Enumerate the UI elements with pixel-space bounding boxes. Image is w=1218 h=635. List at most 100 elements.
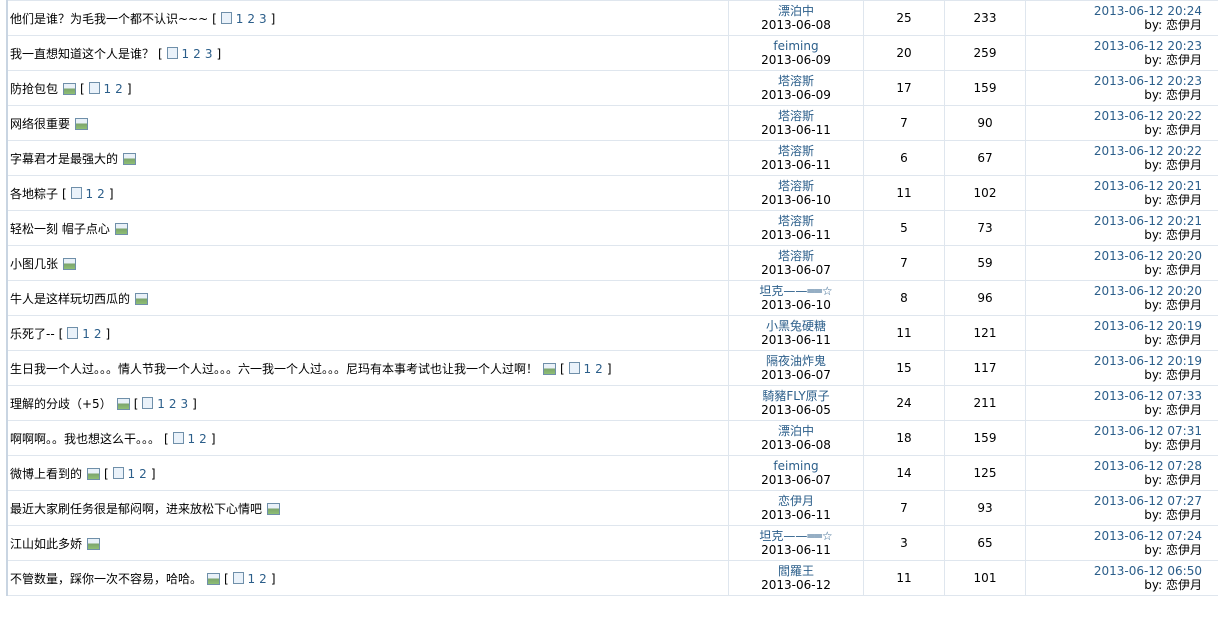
page-link[interactable]: 1 [86, 187, 94, 201]
author-link[interactable]: 塔溶斯 [730, 249, 864, 263]
last-post-time-link[interactable]: 2013-06-12 07:31 [1026, 424, 1202, 438]
page-link[interactable]: 1 [128, 467, 136, 481]
author-link[interactable]: 坦克——══☆ [730, 284, 864, 298]
page-link[interactable]: 1 [182, 47, 190, 61]
page-link[interactable]: 2 [139, 467, 147, 481]
last-poster-link[interactable]: 恋伊月 [1166, 298, 1202, 312]
last-poster-link[interactable]: 恋伊月 [1166, 438, 1202, 452]
author-link[interactable]: 坦克——══☆ [730, 529, 864, 543]
topic-title-link[interactable]: 乐死了-- [10, 327, 55, 341]
last-post-time-link[interactable]: 2013-06-12 07:27 [1026, 494, 1202, 508]
last-post-time-link[interactable]: 2013-06-12 07:33 [1026, 389, 1202, 403]
author-link[interactable]: 塔溶斯 [730, 144, 864, 158]
last-post-time-link[interactable]: 2013-06-12 20:21 [1026, 179, 1202, 193]
topic-title-link[interactable]: 轻松一刻 帽子点心 [10, 222, 110, 236]
topic-title-link[interactable]: 最近大家刷任务很是郁闷啊，进来放松下心情吧 [10, 502, 262, 516]
page-link[interactable]: 2 [193, 47, 201, 61]
last-post-time-link[interactable]: 2013-06-12 20:24 [1026, 4, 1202, 18]
page-link[interactable]: 1 [82, 327, 90, 341]
pager-close-bracket: ] [126, 81, 132, 96]
last-poster-link[interactable]: 恋伊月 [1166, 123, 1202, 137]
page-link[interactable]: 2 [169, 397, 177, 411]
last-post-time-link[interactable]: 2013-06-12 20:22 [1026, 144, 1202, 158]
author-link[interactable]: 塔溶斯 [730, 74, 864, 88]
author-link[interactable]: feiming [730, 39, 864, 53]
author-link[interactable]: 恋伊月 [730, 494, 864, 508]
page-link[interactable]: 1 [157, 397, 165, 411]
topic-title-link[interactable]: 网络很重要 [10, 117, 70, 131]
last-post-time-link[interactable]: 2013-06-12 20:20 [1026, 284, 1202, 298]
page-link[interactable]: 2 [97, 187, 105, 201]
image-attachment-icon [63, 258, 77, 270]
last-poster-link[interactable]: 恋伊月 [1166, 508, 1202, 522]
last-poster-link[interactable]: 恋伊月 [1166, 368, 1202, 382]
image-attachment-icon [267, 503, 281, 515]
last-post-time-link[interactable]: 2013-06-12 20:21 [1026, 214, 1202, 228]
last-post-time-link[interactable]: 2013-06-12 20:19 [1026, 354, 1202, 368]
last-post-time-link[interactable]: 2013-06-12 20:22 [1026, 109, 1202, 123]
author-link[interactable]: 漂泊中 [730, 424, 864, 438]
page-link[interactable]: 2 [247, 12, 255, 26]
last-post-time-link[interactable]: 2013-06-12 07:24 [1026, 529, 1202, 543]
last-poster-link[interactable]: 恋伊月 [1166, 543, 1202, 557]
page-link[interactable]: 2 [259, 572, 267, 586]
page-link[interactable]: 1 [104, 82, 112, 96]
page-link[interactable]: 1 [188, 432, 196, 446]
author-link[interactable]: 騎豬FLY原子 [730, 389, 864, 403]
topic-title-link[interactable]: 他们是谁？为毛我一个都不认识~~~ [10, 12, 208, 26]
last-poster-link[interactable]: 恋伊月 [1166, 228, 1202, 242]
page-link[interactable]: 2 [199, 432, 207, 446]
topic-title-link[interactable]: 牛人是这样玩切西瓜的 [10, 292, 130, 306]
topic-title-link[interactable]: 各地粽子 [10, 187, 58, 201]
topic-title-link[interactable]: 不管数量，踩你一次不容易，哈哈。 [10, 572, 202, 586]
topic-title-link[interactable]: 我一直想知道这个人是谁？ [10, 47, 154, 61]
last-poster-link[interactable]: 恋伊月 [1166, 158, 1202, 172]
page-link[interactable]: 1 [248, 572, 256, 586]
last-poster-link[interactable]: 恋伊月 [1166, 263, 1202, 277]
last-post-cell: 2013-06-12 20:19 by: 恋伊月 [1025, 350, 1218, 386]
author-link[interactable]: 隔夜油炸鬼 [730, 354, 864, 368]
last-post-time-link[interactable]: 2013-06-12 20:19 [1026, 319, 1202, 333]
topic-title-link[interactable]: 小图几张 [10, 257, 58, 271]
page-link[interactable]: 1 [236, 12, 244, 26]
page-link[interactable]: 2 [595, 362, 603, 376]
author-link[interactable]: 塔溶斯 [730, 109, 864, 123]
author-link[interactable]: 漂泊中 [730, 4, 864, 18]
topic-title-link[interactable]: 微博上看到的 [10, 467, 82, 481]
page-link[interactable]: 3 [205, 47, 213, 61]
author-link[interactable]: 小黑兔硬糖 [730, 319, 864, 333]
page-link[interactable]: 3 [259, 12, 267, 26]
last-poster-link[interactable]: 恋伊月 [1166, 333, 1202, 347]
view-count: 159 [944, 70, 1026, 106]
page-link[interactable]: 2 [94, 327, 102, 341]
author-link[interactable]: 閻羅王 [730, 564, 864, 578]
topic-title-link[interactable]: 防抢包包 [10, 82, 58, 96]
last-post-time-link[interactable]: 2013-06-12 20:23 [1026, 39, 1202, 53]
last-poster-link[interactable]: 恋伊月 [1166, 473, 1202, 487]
page-link[interactable]: 1 [584, 362, 592, 376]
post-date: 2013-06-11 [761, 543, 831, 557]
last-post-time-link[interactable]: 2013-06-12 06:50 [1026, 564, 1202, 578]
topic-title-link[interactable]: 生日我一个人过。。。情人节我一个人过。。。六一我一个人过。。。尼玛有本事考试也让… [10, 362, 538, 376]
last-poster-link[interactable]: 恋伊月 [1166, 53, 1202, 67]
page-link[interactable]: 2 [115, 82, 123, 96]
last-poster-link[interactable]: 恋伊月 [1166, 578, 1202, 592]
last-post-time-link[interactable]: 2013-06-12 07:28 [1026, 459, 1202, 473]
author-link[interactable]: 塔溶斯 [730, 214, 864, 228]
last-poster-link[interactable]: 恋伊月 [1166, 193, 1202, 207]
last-poster-link[interactable]: 恋伊月 [1166, 18, 1202, 32]
author-link[interactable]: 塔溶斯 [730, 179, 864, 193]
topic-title-link[interactable]: 江山如此多娇 [10, 537, 82, 551]
topic-title-link[interactable]: 理解的分歧（+5） [10, 397, 112, 411]
topic-author-cell: feiming 2013-06-07 [728, 455, 864, 491]
topic-title-link[interactable]: 啊啊啊。。我也想这么干。。。 [10, 432, 160, 446]
last-post-by-label: by: [1144, 18, 1163, 32]
reply-count: 6 [863, 140, 945, 176]
last-post-time-link[interactable]: 2013-06-12 20:23 [1026, 74, 1202, 88]
last-post-time-link[interactable]: 2013-06-12 20:20 [1026, 249, 1202, 263]
topic-title-link[interactable]: 字幕君才是最强大的 [10, 152, 118, 166]
page-link[interactable]: 3 [181, 397, 189, 411]
author-link[interactable]: feiming [730, 459, 864, 473]
last-poster-link[interactable]: 恋伊月 [1166, 88, 1202, 102]
last-poster-link[interactable]: 恋伊月 [1166, 403, 1202, 417]
